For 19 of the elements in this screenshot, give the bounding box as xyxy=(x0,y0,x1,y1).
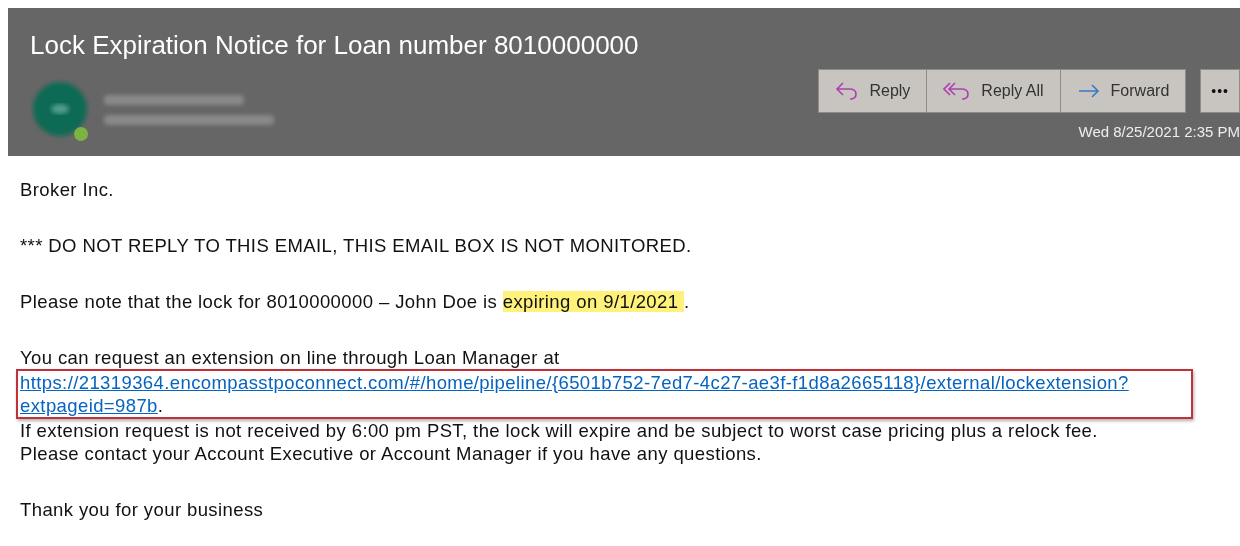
extension-link[interactable]: https://21319364.encompasstpoconnect.com/#/home/pipeline/{6501b752-7ed7-4c27-ae3f-f1d8a2665118}/external/lockextension? xyxy=(20,372,1129,393)
contact-text: Please contact your Account Executive or Account Manager if you have any questions. xyxy=(20,442,763,465)
status-dot xyxy=(74,127,88,141)
request-text: You can request an extension on line through Loan Manager at xyxy=(20,346,561,369)
notice-text: Please note that the lock for 8010000000 – John Doe is expiring on 9/1/2021 . xyxy=(20,290,691,313)
greeting-text: Broker Inc. xyxy=(20,178,115,201)
forward-button[interactable]: Forward xyxy=(1060,69,1187,113)
warning-text: *** DO NOT REPLY TO THIS EMAIL, THIS EMAIL BOX IS NOT MONITORED. xyxy=(20,234,693,257)
reply-all-button[interactable]: Reply All xyxy=(927,69,1061,113)
email-subject: Lock Expiration Notice for Loan number 8010000000 xyxy=(30,30,640,61)
date-time: Wed 8/25/2021 2:35 PM xyxy=(1078,123,1240,140)
closing-text: Thank you for your business xyxy=(20,498,265,521)
reply-icon xyxy=(835,81,860,101)
period-text: . xyxy=(157,395,164,416)
extension-link[interactable]: extpageid=987b xyxy=(20,395,158,416)
reply-all-icon xyxy=(943,81,972,101)
reply-button[interactable]: Reply xyxy=(818,69,928,113)
more-button[interactable]: ••• xyxy=(1200,69,1240,113)
deadline-text: If extension request is not received by 6:00 pm PST, the lock will expire and be subject to worst case pricing plus a relock fee. xyxy=(20,419,1099,442)
